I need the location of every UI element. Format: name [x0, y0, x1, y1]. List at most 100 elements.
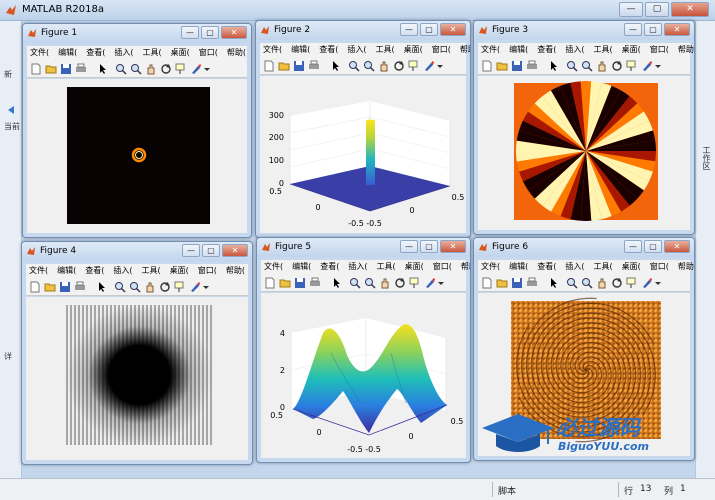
pointer-icon[interactable] — [331, 277, 343, 289]
menu-file[interactable]: 文件( — [26, 264, 48, 278]
print-icon[interactable] — [308, 60, 320, 72]
menu-edit[interactable]: 编辑( — [55, 46, 77, 60]
menu-window[interactable]: 窗口( — [195, 264, 217, 278]
zoom-out-icon[interactable] — [581, 277, 593, 289]
chevron-down-icon[interactable] — [204, 63, 210, 75]
brush-icon[interactable] — [641, 277, 653, 289]
current-folder-label[interactable]: 当前 — [4, 121, 20, 132]
main-minimize-button[interactable]: — — [619, 2, 643, 17]
figure-5-window[interactable]: Figure 5 — ▢ ✕ 文件( 编辑( 查看( 插入( 工具( 桌面( 窗… — [256, 237, 471, 463]
open-icon[interactable] — [278, 60, 290, 72]
zoom-in-icon[interactable] — [115, 63, 127, 75]
new-figure-icon[interactable] — [30, 63, 42, 75]
pointer-icon[interactable] — [330, 60, 342, 72]
menu-tools[interactable]: 工具( — [139, 264, 161, 278]
new-figure-icon[interactable] — [263, 60, 275, 72]
chevron-down-icon[interactable] — [655, 277, 661, 289]
chevron-down-icon[interactable] — [437, 60, 443, 72]
menu-desktop[interactable]: 桌面( — [167, 264, 189, 278]
open-icon[interactable] — [44, 281, 56, 293]
save-icon[interactable] — [60, 63, 72, 75]
workspace-tab[interactable]: 工作区 — [701, 146, 712, 170]
menu-desktop[interactable]: 桌面( — [619, 43, 641, 57]
zoom-in-icon[interactable] — [566, 277, 578, 289]
brush-icon[interactable] — [190, 63, 202, 75]
menu-view[interactable]: 查看( — [82, 264, 104, 278]
menu-file[interactable]: 文件( — [478, 43, 500, 57]
menu-help[interactable]: 帮助( — [457, 43, 470, 57]
data-cursor-icon[interactable] — [626, 277, 638, 289]
menu-insert[interactable]: 插入( — [110, 264, 132, 278]
figure-5-titlebar[interactable]: Figure 5 — ▢ ✕ — [257, 238, 470, 257]
figure-2-titlebar[interactable]: Figure 2 — ▢ ✕ — [256, 21, 470, 40]
menu-insert[interactable]: 插入( — [111, 46, 133, 60]
new-figure-icon[interactable] — [481, 60, 493, 72]
pointer-icon[interactable] — [96, 281, 108, 293]
menu-window[interactable]: 窗口( — [430, 260, 452, 274]
figure-3-close-button[interactable]: ✕ — [664, 23, 690, 36]
zoom-out-icon[interactable] — [130, 63, 142, 75]
menu-window[interactable]: 窗口( — [429, 43, 451, 57]
main-restore-button[interactable]: ▢ — [645, 2, 669, 17]
menu-view[interactable]: 查看( — [317, 260, 339, 274]
figure-6-restore-button[interactable]: ▢ — [644, 240, 662, 253]
figure-3-restore-button[interactable]: ▢ — [644, 23, 662, 36]
data-cursor-icon[interactable] — [408, 60, 420, 72]
chevron-down-icon[interactable] — [655, 60, 661, 72]
new-label[interactable]: 新 — [4, 69, 12, 80]
data-cursor-icon[interactable] — [174, 281, 186, 293]
figure-3-window[interactable]: Figure 3 — ▢ ✕ 文件( 编辑( 查看( 插入( 工具( 桌面( 窗… — [473, 20, 695, 235]
figure-5-restore-button[interactable]: ▢ — [420, 240, 438, 253]
figure-6-close-button[interactable]: ✕ — [664, 240, 690, 253]
figure-1-restore-button[interactable]: ▢ — [201, 26, 219, 39]
figure-5-close-button[interactable]: ✕ — [440, 240, 466, 253]
figure-2-restore-button[interactable]: ▢ — [420, 23, 438, 36]
figure-4-titlebar[interactable]: Figure 4 — ▢ ✕ — [22, 242, 252, 261]
menu-desktop[interactable]: 桌面( — [619, 260, 641, 274]
menu-window[interactable]: 窗口( — [196, 46, 218, 60]
menu-tools[interactable]: 工具( — [591, 43, 613, 57]
brush-icon[interactable] — [189, 281, 201, 293]
figure-4-minimize-button[interactable]: — — [182, 244, 200, 257]
zoom-out-icon[interactable] — [363, 60, 375, 72]
rotate-icon[interactable] — [611, 60, 623, 72]
pointer-icon[interactable] — [97, 63, 109, 75]
figure-1-window[interactable]: Figure 1 — ▢ ✕ 文件( 编辑( 查看( 插入( 工具( 桌面( 窗… — [22, 23, 252, 238]
save-icon[interactable] — [59, 281, 71, 293]
figure-2-minimize-button[interactable]: — — [400, 23, 418, 36]
print-icon[interactable] — [526, 277, 538, 289]
menu-help[interactable]: 帮助( — [458, 260, 470, 274]
menu-desktop[interactable]: 桌面( — [168, 46, 190, 60]
menu-view[interactable]: 查看( — [83, 46, 105, 60]
brush-icon[interactable] — [424, 277, 436, 289]
main-close-button[interactable]: ✕ — [671, 2, 709, 17]
open-icon[interactable] — [496, 277, 508, 289]
figure-6-minimize-button[interactable]: — — [624, 240, 642, 253]
pan-icon[interactable] — [379, 277, 391, 289]
menu-help[interactable]: 帮助( — [223, 264, 245, 278]
new-figure-icon[interactable] — [264, 277, 276, 289]
zoom-in-icon[interactable] — [348, 60, 360, 72]
figure-4-restore-button[interactable]: ▢ — [202, 244, 220, 257]
menu-window[interactable]: 窗口( — [647, 260, 669, 274]
rotate-icon[interactable] — [160, 63, 172, 75]
menu-edit[interactable]: 编辑( — [506, 260, 528, 274]
print-icon[interactable] — [74, 281, 86, 293]
menu-desktop[interactable]: 桌面( — [401, 43, 423, 57]
new-figure-icon[interactable] — [481, 277, 493, 289]
figure-3-titlebar[interactable]: Figure 3 — ▢ ✕ — [474, 21, 694, 40]
menu-help[interactable]: 帮助( — [675, 43, 694, 57]
figure-4-window[interactable]: Figure 4 — ▢ ✕ 文件( 编辑( 查看( 插入( 工具( 桌面( 窗… — [21, 241, 253, 465]
rotate-icon[interactable] — [611, 277, 623, 289]
zoom-out-icon[interactable] — [364, 277, 376, 289]
figure-2-close-button[interactable]: ✕ — [440, 23, 466, 36]
brush-icon[interactable] — [423, 60, 435, 72]
zoom-in-icon[interactable] — [114, 281, 126, 293]
print-icon[interactable] — [309, 277, 321, 289]
zoom-out-icon[interactable] — [581, 60, 593, 72]
print-icon[interactable] — [526, 60, 538, 72]
figure-1-close-button[interactable]: ✕ — [221, 26, 247, 39]
menu-tools[interactable]: 工具( — [373, 43, 395, 57]
menu-edit[interactable]: 编辑( — [288, 43, 310, 57]
save-icon[interactable] — [511, 277, 523, 289]
